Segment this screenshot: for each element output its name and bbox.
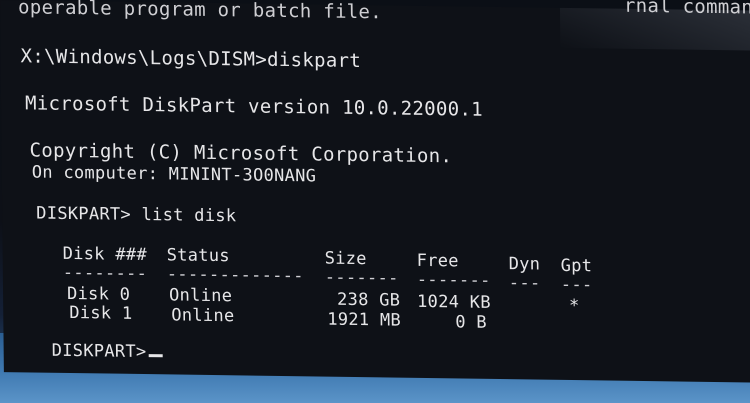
error-line-right: rnal command, xyxy=(623,0,750,19)
table-row-status: Online xyxy=(168,285,233,307)
separator-dyn: --- xyxy=(508,273,541,294)
version-line: Microsoft DiskPart version 10.0.22000.1 xyxy=(24,92,483,121)
header-disk: Disk ### xyxy=(62,243,148,266)
diskpart-command-line: X:\Windows\Logs\DISM>diskpart xyxy=(20,45,362,73)
separator-gpt: --- xyxy=(560,274,593,296)
table-row-disk: Disk 0 xyxy=(66,283,131,305)
command-prompt-window[interactable]: operable program or batch file. rnal com… xyxy=(0,0,750,383)
separator-status: ------------- xyxy=(166,264,304,287)
separator-free: ------- xyxy=(416,269,491,291)
header-dyn: Dyn xyxy=(508,254,541,275)
separator-disk: -------- xyxy=(62,262,148,285)
header-size: Size xyxy=(324,248,367,270)
header-status: Status xyxy=(166,245,230,267)
header-gpt: Gpt xyxy=(560,255,593,277)
error-line: operable program or batch file. xyxy=(17,0,383,24)
header-free: Free xyxy=(416,250,459,272)
table-row-size: 1921 MB xyxy=(327,309,402,331)
computer-name-line: On computer: MININT-3O0NANG xyxy=(31,162,317,187)
final-prompt: DISKPART> xyxy=(51,340,147,363)
table-row-disk: Disk 1 xyxy=(69,302,133,324)
list-disk-command: DISKPART> list disk xyxy=(36,203,237,227)
final-prompt-line[interactable]: DISKPART> xyxy=(52,341,163,363)
separator-size: ------- xyxy=(324,267,399,289)
photo-screen: operable program or batch file. rnal com… xyxy=(0,0,750,403)
table-row-status: Online xyxy=(171,305,235,327)
table-row-gpt: * xyxy=(568,295,580,317)
table-row-free: 1024 KB xyxy=(416,291,491,313)
text-cursor xyxy=(148,354,163,358)
table-row-size: 238 GB xyxy=(336,289,401,311)
table-row-free: 0 B xyxy=(455,312,487,333)
